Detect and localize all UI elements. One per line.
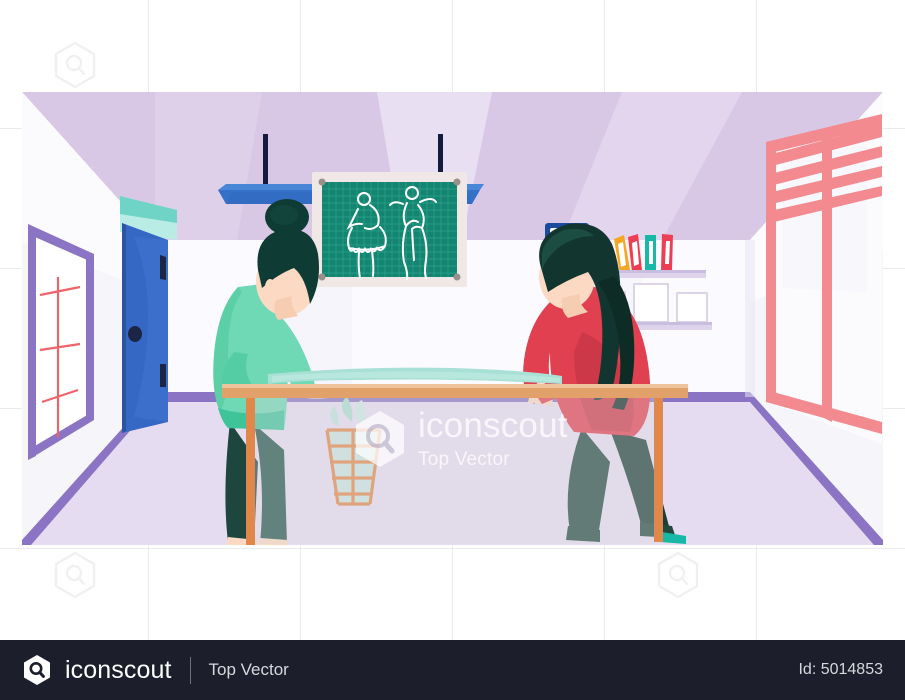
hexagon-magnifier-watermark-icon bbox=[54, 42, 96, 88]
design-chalkboard bbox=[312, 172, 467, 287]
picture-frame bbox=[676, 292, 708, 323]
hexagon-magnifier-watermark-icon bbox=[54, 552, 96, 598]
board-screw bbox=[453, 273, 461, 281]
asset-id-label: Id: 5014853 bbox=[798, 661, 883, 678]
studio-door bbox=[122, 223, 168, 433]
footer-divider bbox=[189, 656, 191, 684]
hexagon-magnifier-watermark-icon bbox=[657, 552, 699, 598]
measurement-poster bbox=[28, 224, 94, 460]
studio-window bbox=[766, 114, 882, 444]
table-shadow bbox=[255, 398, 654, 544]
tailoring-studio-scene bbox=[22, 92, 883, 545]
footer-branding: iconscout Top Vector bbox=[22, 654, 289, 686]
illustration-canvas: iconscout Top Vector bbox=[0, 0, 905, 640]
door-hinge-top bbox=[160, 255, 166, 280]
iconscout-hexagon-logo bbox=[22, 654, 52, 686]
picture-frame bbox=[633, 283, 669, 323]
footer-brand: iconscout bbox=[65, 655, 172, 684]
table-leg-right bbox=[654, 398, 663, 542]
board-screw bbox=[318, 273, 326, 281]
table-leg-left bbox=[246, 398, 255, 545]
gridline-horizontal bbox=[0, 548, 905, 549]
left-ear bbox=[265, 279, 275, 295]
door-knob bbox=[128, 326, 142, 342]
book-crimson bbox=[661, 234, 673, 270]
footer-sub-brand: Top Vector bbox=[208, 660, 289, 679]
board-screw bbox=[453, 178, 461, 186]
illustration-page: iconscout Top Vector iconscout Top Vecto… bbox=[0, 0, 905, 700]
book-teal bbox=[645, 235, 656, 270]
board-screw bbox=[318, 178, 326, 186]
window-frame-mullion bbox=[822, 130, 832, 422]
door-hinge-bottom bbox=[160, 364, 166, 387]
footer-bar: iconscout Top Vector Id: 5014853 bbox=[0, 640, 905, 700]
window-frame-left bbox=[766, 142, 776, 404]
work-table bbox=[222, 367, 688, 545]
